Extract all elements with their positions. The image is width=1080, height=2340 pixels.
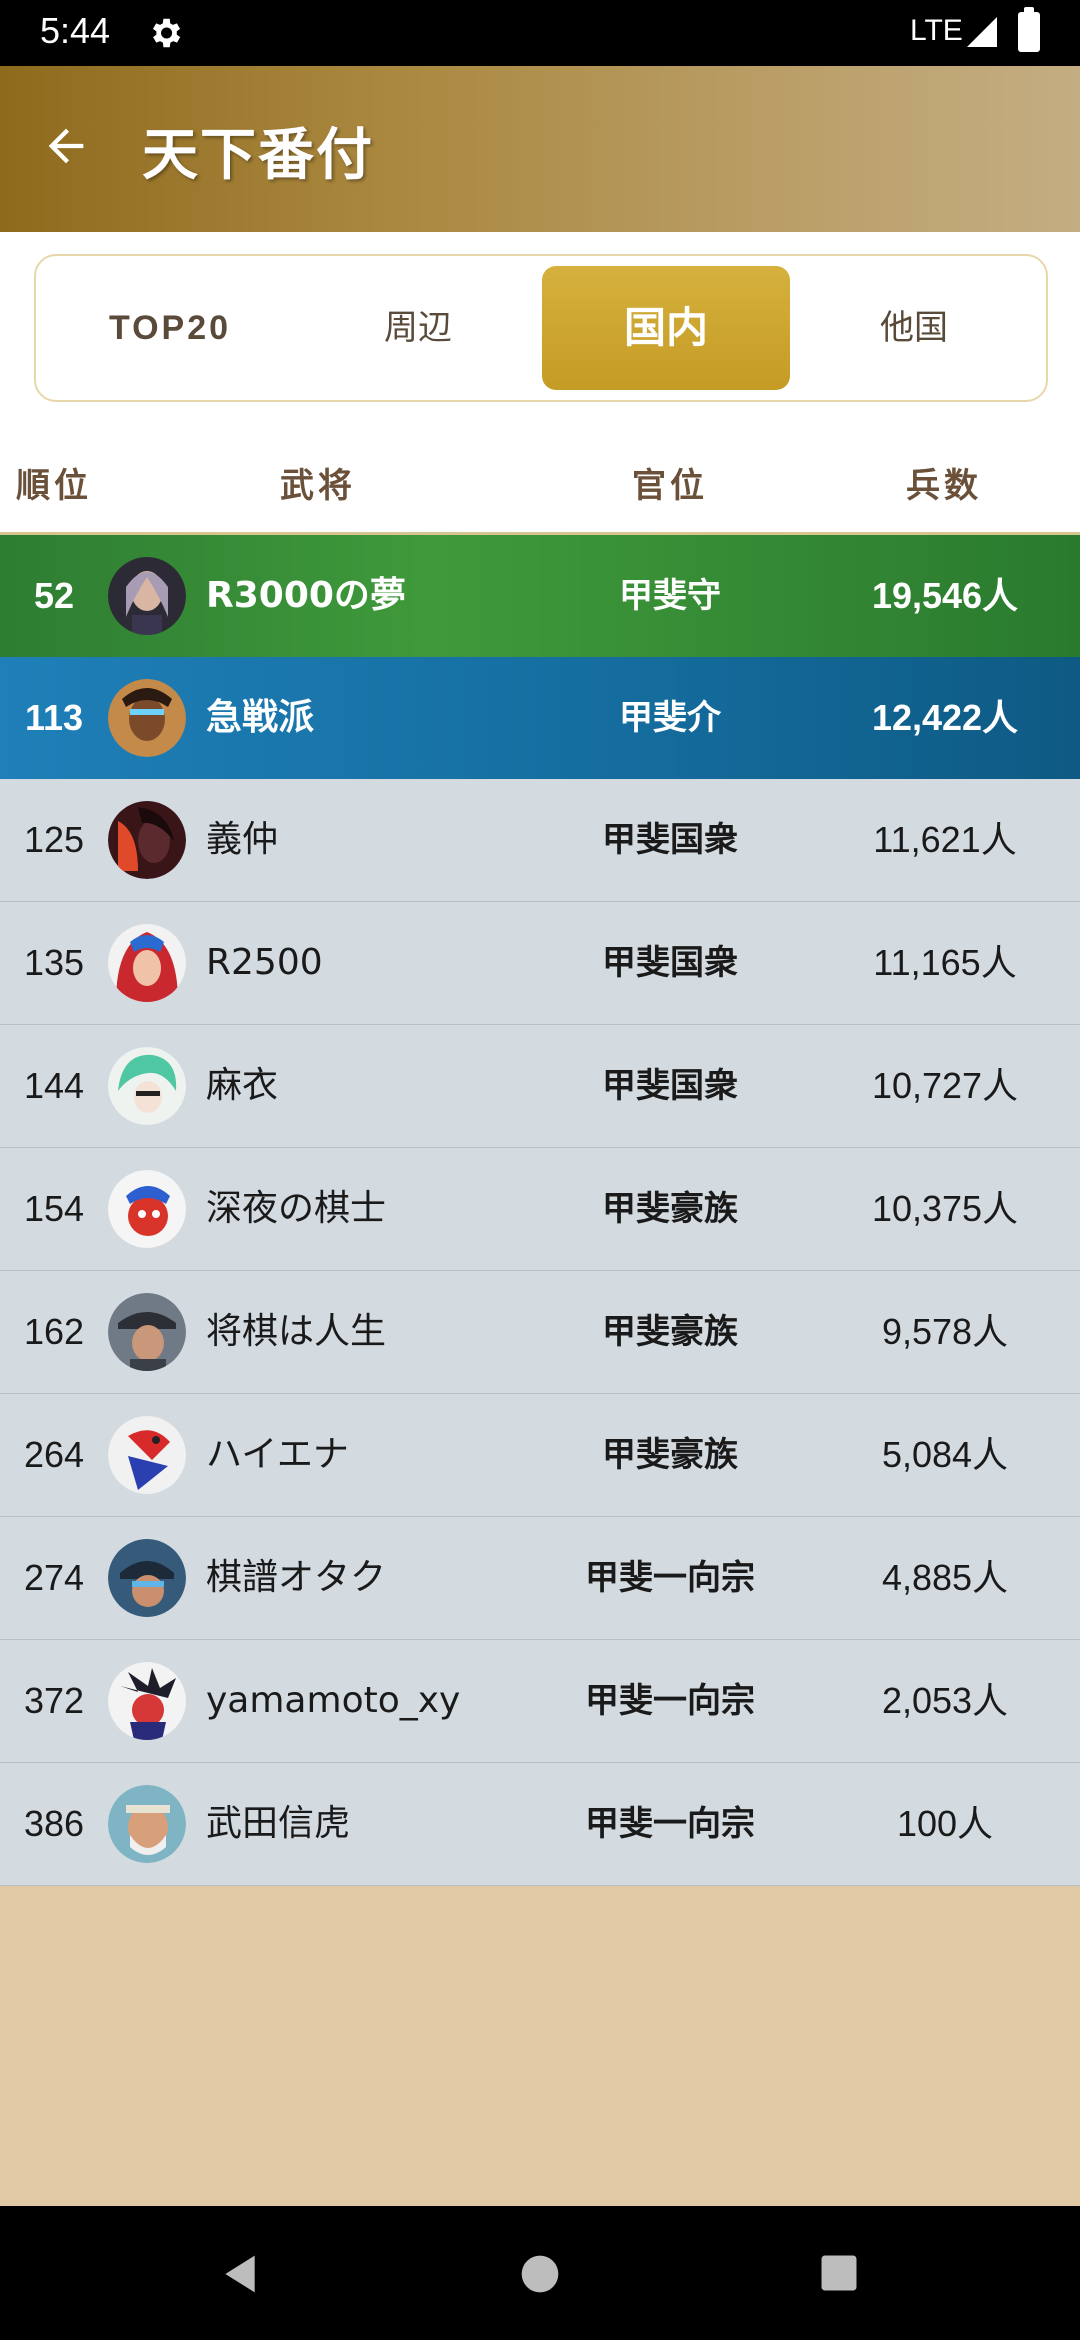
- row-title: 甲斐一向宗: [585, 1804, 755, 1844]
- row-general-name: 深夜の棋士: [206, 1188, 387, 1229]
- avatar: [108, 1170, 186, 1248]
- row-general-name: 麻衣: [206, 1065, 279, 1106]
- table-row[interactable]: 154 深夜の棋士 甲斐豪族 10,375人: [0, 1148, 1080, 1271]
- tab-bar: TOP20 周辺 国内 他国: [34, 254, 1048, 402]
- row-rank: 154: [23, 1188, 85, 1229]
- row-general-name: R2500: [206, 942, 323, 983]
- table-row[interactable]: 135 R2500 甲斐国衆 11,165人: [0, 902, 1080, 1025]
- table-row[interactable]: 113 急戦派 甲斐介 12,422人: [0, 657, 1080, 779]
- header-title: 官位: [632, 466, 708, 506]
- row-troops: 2,053人: [881, 1680, 1009, 1721]
- row-title: 甲斐国衆: [602, 1066, 738, 1106]
- table-row[interactable]: 386 武田信虎 甲斐一向宗 100人: [0, 1763, 1080, 1886]
- avatar: [108, 1662, 186, 1740]
- row-troops: 100人: [896, 1803, 994, 1844]
- avatar: [108, 1539, 186, 1617]
- table-row[interactable]: 372 yamamoto_xy 甲斐一向宗 2,053人: [0, 1640, 1080, 1763]
- row-troops: 4,885人: [881, 1557, 1009, 1598]
- row-general-name: 将棋は人生: [206, 1311, 387, 1352]
- row-rank: 386: [23, 1803, 85, 1844]
- tab-top20[interactable]: TOP20: [46, 266, 294, 390]
- row-title: 甲斐豪族: [602, 1189, 738, 1229]
- row-general-name: 武田信虎: [206, 1803, 351, 1844]
- row-rank: 264: [23, 1434, 85, 1475]
- page-title: 天下番付: [142, 123, 374, 188]
- nav-back-icon[interactable]: [218, 2252, 262, 2296]
- avatar: [108, 924, 186, 1002]
- battery-icon: [1018, 7, 1040, 52]
- row-troops: 10,727人: [871, 1065, 1019, 1106]
- row-troops: 11,621人: [873, 819, 1017, 860]
- settings-gear-icon: [152, 18, 181, 48]
- row-troops: 11,165人: [873, 942, 1017, 983]
- row-title: 甲斐一向宗: [585, 1558, 755, 1598]
- table-row[interactable]: 144 麻衣 甲斐国衆 10,727人: [0, 1025, 1080, 1148]
- row-title: 甲斐国衆: [602, 943, 738, 983]
- row-title: 甲斐豪族: [602, 1312, 738, 1352]
- nav-recents-icon[interactable]: [818, 2252, 860, 2294]
- ranking-list: 52 R3000の夢 甲斐守 19,546人 113 急戦派 甲斐介 12,42…: [0, 535, 1080, 1886]
- row-general-name: 棋譜オタク: [206, 1557, 387, 1598]
- avatar: [108, 1293, 186, 1371]
- table-row[interactable]: 125 義仲 甲斐国衆 11,621人: [0, 779, 1080, 902]
- header-rank: 順位: [16, 466, 92, 506]
- app-bar: 天下番付: [0, 66, 1080, 232]
- header-troops: 兵数: [906, 466, 982, 506]
- row-rank: 125: [23, 819, 85, 860]
- table-row[interactable]: 52 R3000の夢 甲斐守 19,546人: [0, 535, 1080, 657]
- network-type: LTE: [910, 14, 963, 47]
- table-row[interactable]: 162 将棋は人生 甲斐豪族 9,578人: [0, 1271, 1080, 1394]
- signal-icon: [967, 17, 997, 47]
- table-header: 順位 武将 官位 兵数: [0, 422, 1080, 535]
- row-rank: 52: [33, 575, 75, 616]
- row-rank: 113: [24, 697, 84, 738]
- avatar: [108, 1416, 186, 1494]
- row-general-name: yamamoto_xy: [206, 1680, 461, 1721]
- row-rank: 144: [23, 1065, 85, 1106]
- row-troops: 5,084人: [881, 1434, 1009, 1475]
- row-title: 甲斐豪族: [602, 1435, 738, 1475]
- row-rank: 162: [23, 1311, 85, 1352]
- table-row[interactable]: 274 棋譜オタク 甲斐一向宗 4,885人: [0, 1517, 1080, 1640]
- avatar: [108, 557, 186, 635]
- avatar: [108, 1047, 186, 1125]
- row-general-name: 急戦派: [206, 697, 315, 738]
- tab-domestic[interactable]: 国内: [542, 266, 790, 390]
- system-nav-bar: [0, 2206, 1080, 2340]
- header-general: 武将: [280, 466, 356, 506]
- avatar: [108, 1785, 186, 1863]
- row-troops: 12,422人: [871, 697, 1019, 738]
- avatar: [108, 801, 186, 879]
- row-title: 甲斐一向宗: [585, 1681, 755, 1721]
- row-title: 甲斐国衆: [602, 820, 738, 860]
- table-row[interactable]: 264 ハイエナ 甲斐豪族 5,084人: [0, 1394, 1080, 1517]
- row-general-name: R3000の夢: [206, 575, 406, 616]
- status-time: 5:44: [40, 10, 111, 51]
- row-rank: 372: [23, 1680, 85, 1721]
- row-general-name: 義仲: [206, 819, 279, 860]
- row-troops: 10,375人: [871, 1188, 1019, 1229]
- row-troops: 19,546人: [871, 575, 1019, 616]
- row-rank: 274: [23, 1557, 85, 1598]
- back-arrow-icon[interactable]: [40, 120, 92, 172]
- row-title: 甲斐介: [619, 698, 721, 738]
- avatar: [108, 679, 186, 757]
- row-title: 甲斐守: [619, 576, 721, 616]
- row-rank: 135: [23, 942, 85, 983]
- tab-other-countries[interactable]: 他国: [790, 266, 1038, 390]
- tab-area: TOP20 周辺 国内 他国: [0, 232, 1080, 422]
- tab-nearby[interactable]: 周辺: [294, 266, 542, 390]
- row-troops: 9,578人: [881, 1311, 1009, 1352]
- row-general-name: ハイエナ: [206, 1434, 349, 1475]
- nav-home-icon[interactable]: [518, 2252, 562, 2296]
- status-bar: 5:44 LTE: [0, 0, 1080, 66]
